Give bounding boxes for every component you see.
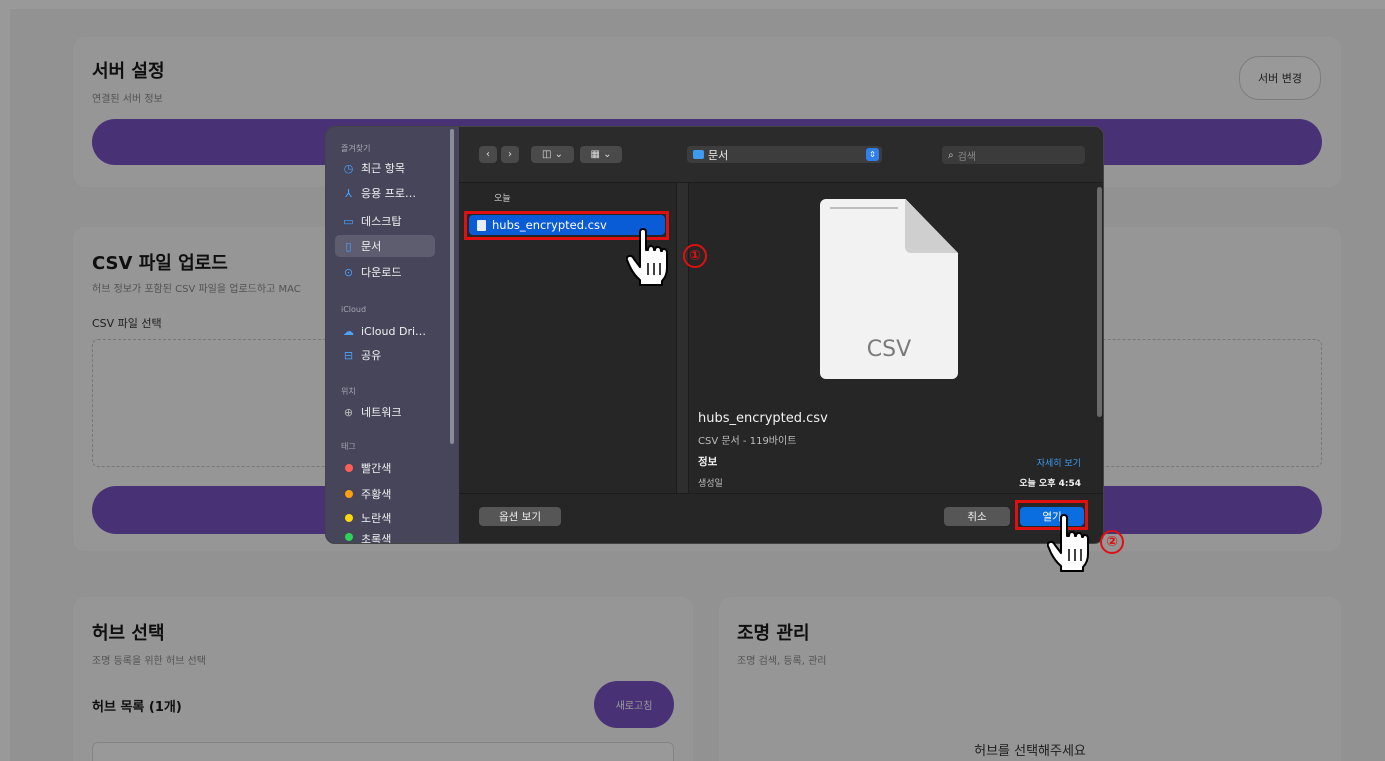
sidebar-item-label: 주황색 bbox=[361, 488, 392, 501]
sidebar-item-label: 공유 bbox=[361, 349, 382, 362]
tag-orange-dot-icon bbox=[342, 488, 355, 501]
search-field[interactable]: ⌕ 검색 bbox=[942, 146, 1085, 164]
created-value: 오늘 오후 4:54 bbox=[1019, 479, 1081, 489]
hand-pointer-cursor-icon bbox=[626, 228, 668, 286]
locations-header: 위치 bbox=[341, 387, 356, 396]
cancel-button[interactable]: 취소 bbox=[944, 507, 1010, 526]
columns-icon: ◫ ⌄ bbox=[541, 149, 563, 160]
preview-file-name: hubs_encrypted.csv bbox=[698, 411, 828, 426]
location-popup[interactable]: 문서 ⇕ bbox=[687, 146, 882, 163]
tag-yellow-dot-icon bbox=[342, 512, 355, 525]
sidebar-item-tag-green[interactable]: 초록색 bbox=[335, 531, 435, 544]
show-more-link[interactable]: 자세히 보기 bbox=[1037, 456, 1081, 469]
sidebar-item-shared[interactable]: ⊟ 공유 bbox=[335, 344, 435, 366]
sidebar-item-icloud-drive[interactable]: ☁ iCloud Dri… bbox=[335, 320, 435, 342]
icloud-header: iCloud bbox=[341, 305, 367, 314]
dialog-toolbar: ‹ › ◫ ⌄ ▦ ⌄ 문서 ⇕ ⌕ 검색 bbox=[459, 127, 1103, 183]
network-icon: ⊕ bbox=[343, 405, 354, 419]
column-view-button[interactable]: ◫ ⌄ bbox=[531, 146, 574, 163]
sidebar-item-label: 문서 bbox=[361, 240, 382, 253]
preview-info-label: 정보 bbox=[698, 456, 718, 468]
preview-scrollbar[interactable] bbox=[1097, 187, 1102, 417]
step-marker-2: ② bbox=[1100, 530, 1124, 554]
document-header-line bbox=[830, 207, 898, 209]
show-options-button[interactable]: 옵션 보기 bbox=[479, 507, 561, 526]
sidebar-item-label: 다운로드 bbox=[361, 266, 402, 279]
shared-folder-icon: ⊟ bbox=[343, 348, 354, 362]
grid-icon: ▦ ⌄ bbox=[590, 149, 612, 160]
group-view-button[interactable]: ▦ ⌄ bbox=[580, 146, 622, 163]
dialog-footer: 옵션 보기 취소 열기 bbox=[459, 493, 1103, 543]
back-button[interactable]: ‹ bbox=[479, 146, 497, 163]
file-open-dialog: 즐겨찾기 ◷ 최근 항목 ⅄ 응용 프로… ▭ 데스크탑 ▯ 문서 ⊙ 다운로드 iClo… bbox=[325, 126, 1104, 544]
clock-icon: ◷ bbox=[343, 161, 354, 175]
sidebar-item-tag-orange[interactable]: 주황색 bbox=[335, 483, 435, 505]
sidebar-item-label: 네트워크 bbox=[361, 406, 402, 419]
file-preview: CSV hubs_encrypted.csv CSV 문서 - 119바이트 정… bbox=[690, 183, 1103, 493]
location-label: 문서 bbox=[708, 148, 729, 162]
sidebar-item-downloads[interactable]: ⊙ 다운로드 bbox=[335, 261, 435, 283]
preview-file-meta: CSV 문서 - 119바이트 bbox=[698, 436, 797, 447]
download-icon: ⊙ bbox=[343, 265, 354, 279]
favorites-header: 즐겨찾기 bbox=[341, 144, 371, 153]
forward-button[interactable]: › bbox=[501, 146, 519, 163]
sidebar-item-tag-yellow[interactable]: 노란색 bbox=[335, 507, 435, 529]
sidebar-item-label: 노란색 bbox=[361, 512, 392, 525]
list-section-today: 오늘 bbox=[494, 194, 511, 204]
sidebar-item-label: 데스크탑 bbox=[361, 215, 402, 228]
sidebar-item-applications[interactable]: ⅄ 응용 프로… bbox=[335, 182, 435, 204]
dialog-sidebar: 즐겨찾기 ◷ 최근 항목 ⅄ 응용 프로… ▭ 데스크탑 ▯ 문서 ⊙ 다운로드 iClo… bbox=[326, 127, 459, 544]
search-icon: ⌕ bbox=[948, 149, 954, 161]
sidebar-item-label: 초록색 bbox=[361, 533, 392, 544]
sidebar-item-documents[interactable]: ▯ 문서 bbox=[335, 235, 435, 257]
column-divider[interactable] bbox=[676, 183, 689, 493]
sidebar-item-desktop[interactable]: ▭ 데스크탑 bbox=[335, 210, 435, 232]
document-icon: ▯ bbox=[345, 239, 352, 253]
search-placeholder: 검색 bbox=[957, 151, 977, 163]
sidebar-scrollbar[interactable] bbox=[450, 129, 454, 444]
folder-icon bbox=[693, 150, 704, 159]
up-down-chevron-icon: ⇕ bbox=[866, 148, 879, 161]
sidebar-item-tag-red[interactable]: 빨간색 bbox=[335, 457, 435, 479]
sidebar-item-recents[interactable]: ◷ 최근 항목 bbox=[335, 157, 435, 179]
cloud-icon: ☁ bbox=[343, 324, 354, 338]
desktop-icon: ▭ bbox=[343, 214, 354, 228]
applications-icon: ⅄ bbox=[345, 186, 352, 200]
sidebar-item-label: 빨간색 bbox=[361, 462, 392, 475]
sidebar-item-label: 최근 항목 bbox=[361, 162, 405, 175]
hand-pointer-cursor-icon bbox=[1047, 514, 1089, 572]
file-type-badge: CSV bbox=[866, 337, 912, 362]
sidebar-item-label: 응용 프로… bbox=[361, 187, 416, 200]
sidebar-item-network[interactable]: ⊕ 네트워크 bbox=[335, 401, 435, 423]
sidebar-item-label: iCloud Dri… bbox=[361, 324, 427, 338]
tag-green-dot-icon bbox=[342, 531, 355, 543]
step-marker-1: ① bbox=[683, 244, 707, 268]
created-label: 생성일 bbox=[698, 479, 723, 489]
tags-header: 태그 bbox=[341, 442, 356, 451]
tag-red-dot-icon bbox=[342, 462, 355, 475]
